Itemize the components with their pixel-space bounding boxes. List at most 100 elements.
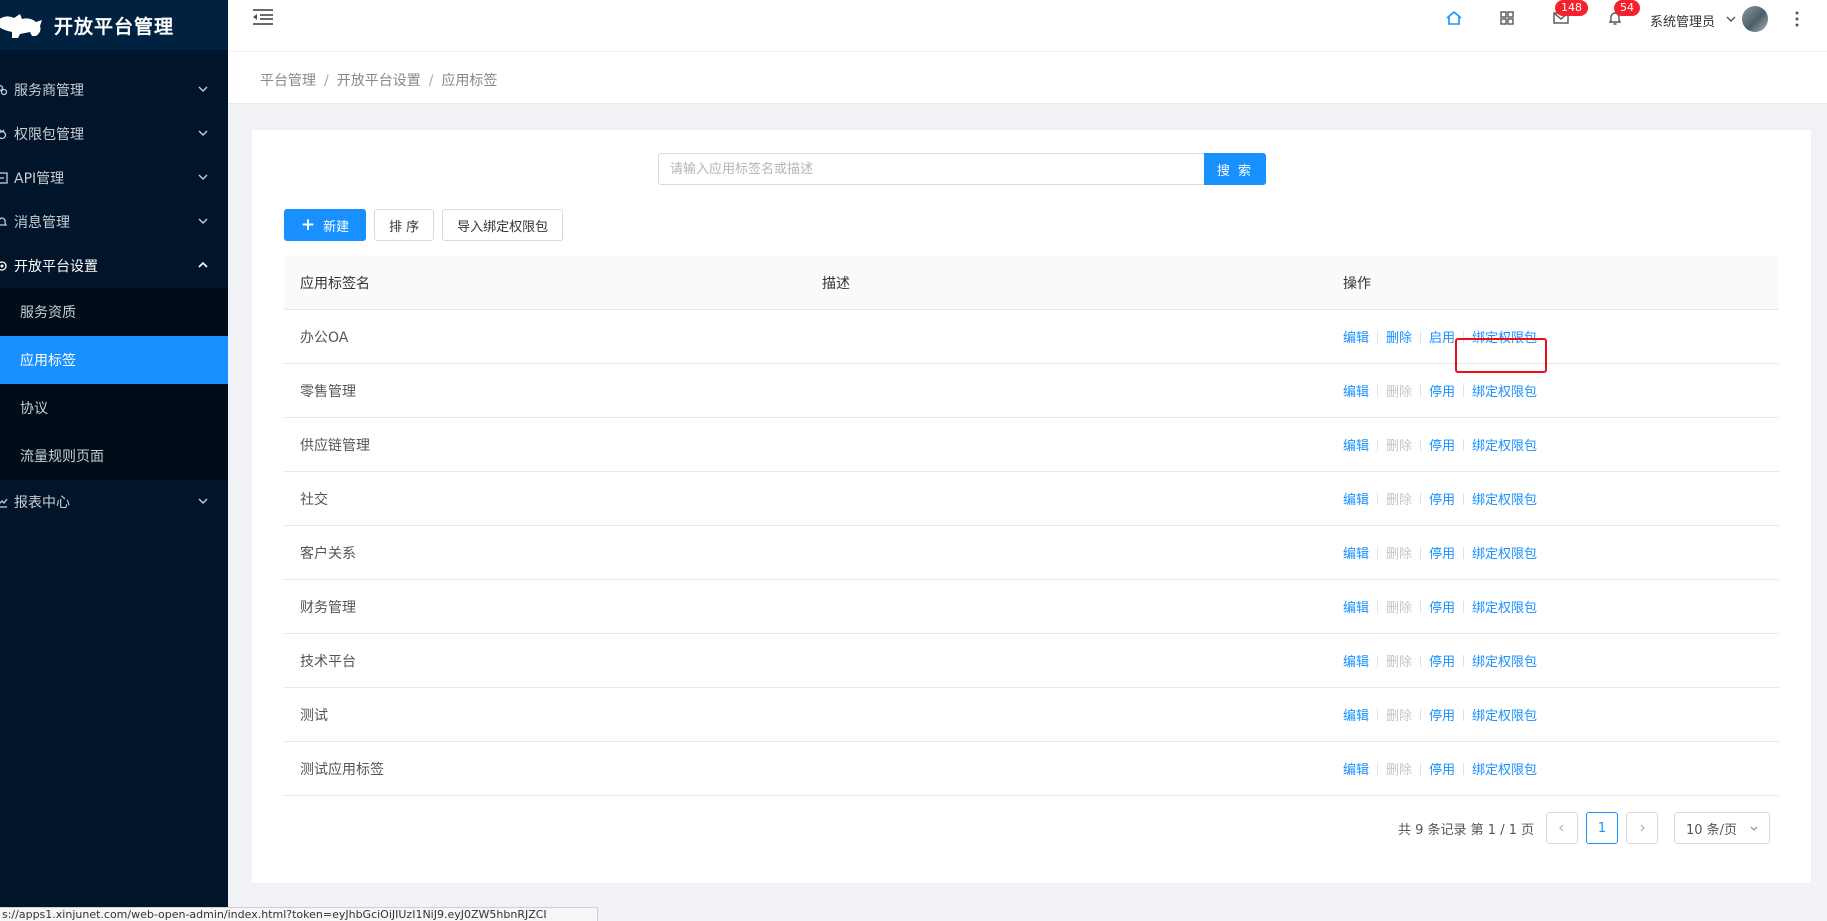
- edit-link[interactable]: 编辑: [1343, 327, 1369, 346]
- table-row: 办公OA 编辑 删除 启用 绑定权限包: [284, 310, 1779, 373]
- new-button[interactable]: + 新建: [284, 209, 366, 241]
- team-icon: [0, 82, 10, 98]
- delete-link: 删除: [1386, 439, 1413, 454]
- search-input[interactable]: [658, 153, 1204, 185]
- import-bind-package-button[interactable]: 导入绑定权限包: [442, 209, 564, 241]
- action-divider: [1463, 438, 1465, 451]
- edit-link[interactable]: 编辑: [1343, 489, 1369, 508]
- sort-button[interactable]: 排 序: [374, 209, 435, 241]
- chevron-right-icon: [1640, 824, 1645, 832]
- avatar[interactable]: [1742, 6, 1768, 32]
- chevron-up-icon: [198, 261, 208, 268]
- next-page-button[interactable]: [1626, 812, 1658, 844]
- toggle-status-link[interactable]: 停用: [1429, 543, 1455, 562]
- bind-permission-package-link[interactable]: 绑定权限包: [1472, 543, 1537, 562]
- menu-item-report-center[interactable]: 报表中心: [0, 480, 228, 524]
- more-vertical-icon[interactable]: [1794, 10, 1800, 28]
- menu-item-api[interactable]: API管理: [0, 156, 228, 200]
- delete-link[interactable]: 删除: [1386, 327, 1412, 346]
- action-divider: [1463, 654, 1465, 667]
- bind-permission-package-link[interactable]: 绑定权限包: [1472, 327, 1537, 346]
- action-divider: [1420, 330, 1422, 343]
- action-divider: [1420, 492, 1422, 505]
- bind-permission-package-link[interactable]: 绑定权限包: [1472, 435, 1537, 454]
- toggle-status-link[interactable]: 启用: [1429, 327, 1455, 346]
- edit-link[interactable]: 编辑: [1343, 381, 1369, 400]
- chevron-down-icon: [198, 86, 208, 92]
- action-divider: [1377, 762, 1379, 775]
- action-divider: [1377, 708, 1379, 721]
- actions-cell: 编辑 删除 停用 绑定权限包: [1329, 705, 1779, 724]
- notification-count-badge: 54: [1614, 0, 1640, 16]
- delete-link: 删除: [1386, 493, 1413, 508]
- top-header: 148 54 系统管理员: [228, 0, 1827, 52]
- user-name[interactable]: 系统管理员: [1650, 11, 1715, 30]
- toolbar: + 新建 排 序 导入绑定权限包: [284, 209, 571, 241]
- menu-item-service-provider[interactable]: 服务商管理: [0, 68, 228, 112]
- table-row: 测试 编辑 删除 停用 绑定权限包: [284, 688, 1779, 742]
- action-divider: [1420, 600, 1422, 613]
- api-icon: [0, 170, 10, 186]
- action-divider: [1463, 546, 1465, 559]
- breadcrumb-item[interactable]: 开放平台设置: [337, 73, 421, 89]
- sidebar-item-app-tags[interactable]: 应用标签: [0, 336, 228, 384]
- bind-permission-package-link[interactable]: 绑定权限包: [1472, 759, 1537, 778]
- toggle-status-link[interactable]: 停用: [1429, 597, 1455, 616]
- page-size-select[interactable]: 10 条/页: [1674, 812, 1770, 844]
- sidebar-item-agreement[interactable]: 协议: [0, 384, 228, 432]
- edit-link[interactable]: 编辑: [1343, 705, 1369, 724]
- rhino-logo-icon: [0, 14, 42, 38]
- menu-label: 开放平台设置: [14, 259, 98, 275]
- action-divider: [1377, 654, 1379, 667]
- bind-permission-package-link[interactable]: 绑定权限包: [1472, 597, 1537, 616]
- column-header-actions: 操作: [1343, 275, 1371, 292]
- actions-cell: 编辑 删除 停用 绑定权限包: [1329, 759, 1779, 778]
- sidebar-item-traffic-rules[interactable]: 流量规则页面: [0, 432, 228, 480]
- page-button-current[interactable]: 1: [1586, 812, 1618, 844]
- toggle-status-link[interactable]: 停用: [1429, 381, 1455, 400]
- prev-page-button[interactable]: [1546, 812, 1578, 844]
- table-row: 技术平台 编辑 删除 停用 绑定权限包: [284, 634, 1779, 688]
- home-icon[interactable]: [1445, 9, 1463, 27]
- action-divider: [1463, 384, 1465, 397]
- edit-link[interactable]: 编辑: [1343, 597, 1369, 616]
- action-divider: [1377, 438, 1379, 451]
- actions-cell: 编辑 删除 停用 绑定权限包: [1329, 651, 1779, 670]
- pagination-summary: 共 9 条记录 第 1 / 1 页: [1398, 823, 1535, 838]
- edit-link[interactable]: 编辑: [1343, 543, 1369, 562]
- edit-link[interactable]: 编辑: [1343, 759, 1369, 778]
- delete-link: 删除: [1386, 601, 1413, 616]
- edit-link[interactable]: 编辑: [1343, 651, 1369, 670]
- bind-permission-package-link[interactable]: 绑定权限包: [1472, 489, 1537, 508]
- apps-grid-icon[interactable]: [1498, 9, 1516, 27]
- menu-fold-icon[interactable]: [252, 8, 274, 26]
- app-title: 开放平台管理: [54, 15, 175, 38]
- breadcrumb-item[interactable]: 平台管理: [260, 73, 316, 89]
- tag-name-cell: 测试应用标签: [300, 761, 384, 778]
- table-header: 应用标签名 描述 操作: [284, 256, 1779, 310]
- menu-item-platform-settings[interactable]: 开放平台设置: [0, 244, 228, 288]
- sidebar-item-service-qualification[interactable]: 服务资质: [0, 288, 228, 336]
- bind-permission-package-link[interactable]: 绑定权限包: [1472, 651, 1537, 670]
- menu-label: 权限包管理: [14, 127, 84, 143]
- settings-icon: [0, 258, 10, 274]
- menu-item-permission-package[interactable]: 权限包管理: [0, 112, 228, 156]
- edit-link[interactable]: 编辑: [1343, 435, 1369, 454]
- action-divider: [1377, 600, 1379, 613]
- pagination: 共 9 条记录 第 1 / 1 页 1 10 条/页: [252, 812, 1811, 844]
- menu-item-message[interactable]: 消息管理: [0, 200, 228, 244]
- toggle-status-link[interactable]: 停用: [1429, 705, 1455, 724]
- toggle-status-link[interactable]: 停用: [1429, 489, 1455, 508]
- bind-permission-package-link[interactable]: 绑定权限包: [1472, 381, 1537, 400]
- chevron-left-icon: [1559, 824, 1564, 832]
- toggle-status-link[interactable]: 停用: [1429, 651, 1455, 670]
- action-divider: [1377, 384, 1379, 397]
- chevron-down-icon: [198, 174, 208, 180]
- toggle-status-link[interactable]: 停用: [1429, 435, 1455, 454]
- search-button[interactable]: 搜 索: [1204, 153, 1266, 185]
- chevron-down-icon: [198, 218, 208, 224]
- chevron-down-icon[interactable]: [1725, 13, 1737, 25]
- toggle-status-link[interactable]: 停用: [1429, 759, 1455, 778]
- delete-link: 删除: [1386, 763, 1413, 778]
- bind-permission-package-link[interactable]: 绑定权限包: [1472, 705, 1537, 724]
